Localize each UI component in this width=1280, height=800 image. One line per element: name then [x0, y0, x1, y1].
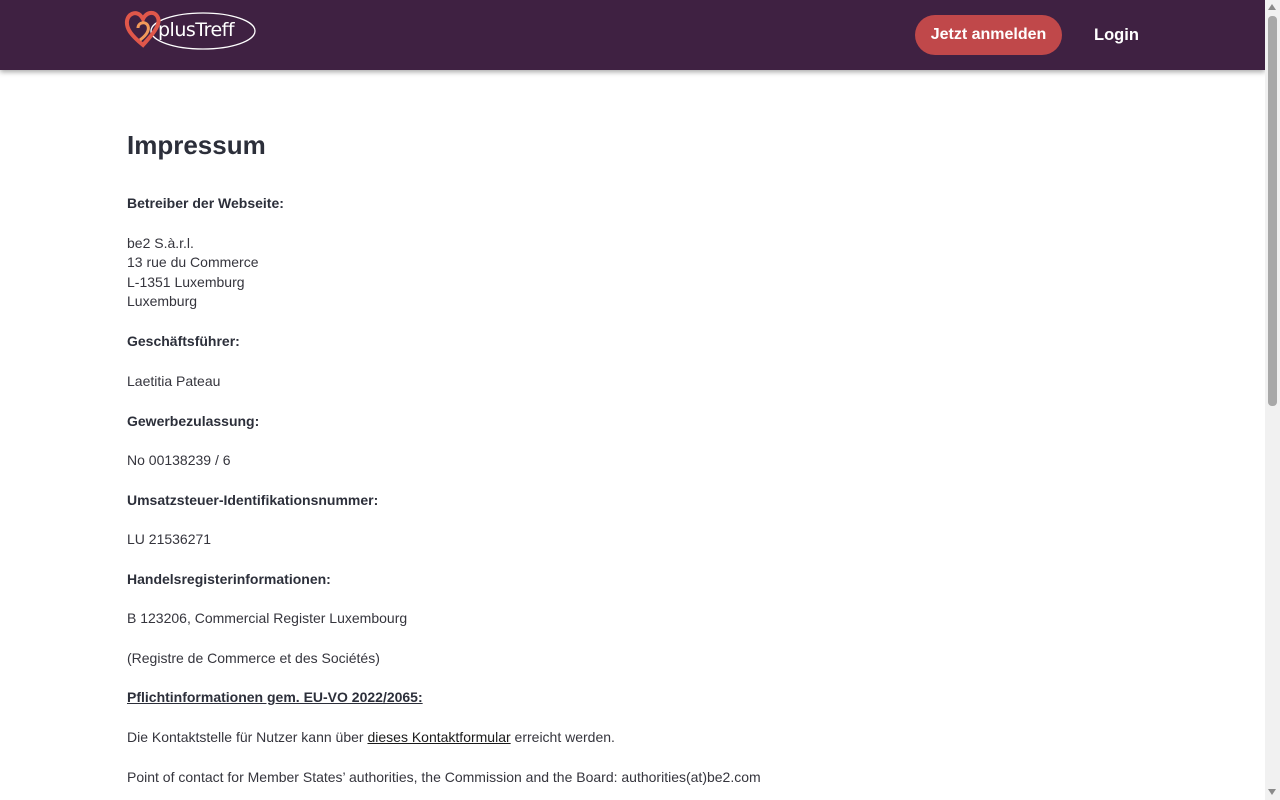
- license-value: No 00138239 / 6: [127, 452, 231, 468]
- address-line: Luxemburg: [127, 293, 198, 309]
- contact-paragraph: Die Kontaktstelle für Nutzer kann über d…: [127, 728, 615, 746]
- operator-heading: Betreiber der Webseite:: [127, 195, 284, 211]
- register-note: (Registre de Commerce et des Sociétés): [127, 650, 380, 666]
- license-heading: Gewerbezulassung:: [127, 413, 260, 429]
- login-link[interactable]: Login: [1094, 15, 1139, 55]
- register-heading: Handelsregisterinformationen:: [127, 571, 331, 587]
- signup-button[interactable]: Jetzt anmelden: [915, 15, 1062, 55]
- scrollbar-thumb[interactable]: [1268, 16, 1277, 406]
- scroll-up-icon[interactable]: [1268, 4, 1276, 10]
- contact-form-link[interactable]: dieses Kontaktformular: [367, 729, 510, 745]
- register-value: B 123206, Commercial Register Luxembourg: [127, 610, 408, 626]
- vat-heading: Umsatzsteuer-Identifikationsnummer:: [127, 492, 379, 508]
- contact-suffix: erreicht werden.: [510, 729, 615, 745]
- vertical-scrollbar[interactable]: [1265, 0, 1280, 800]
- address-line: be2 S.à.r.l.: [127, 235, 194, 251]
- eu-regulation-heading: Pflichtinformationen gem. EU-VO 2022/206…: [127, 689, 423, 705]
- page-title: Impressum: [127, 130, 266, 160]
- ceo-name: Laetitia Pateau: [127, 373, 221, 389]
- contact-prefix: Die Kontaktstelle für Nutzer kann über: [127, 729, 368, 745]
- address-line: 13 rue du Commerce: [127, 254, 259, 270]
- address-line: L-1351 Luxemburg: [127, 274, 245, 290]
- ceo-heading: Geschäftsführer:: [127, 333, 240, 349]
- vat-value: LU 21536271: [127, 531, 212, 547]
- plustreff-logo[interactable]: plusTreff: [124, 8, 258, 54]
- scroll-down-icon[interactable]: [1268, 789, 1276, 795]
- logo-text: plusTreff: [158, 19, 235, 41]
- authorities-contact: Point of contact for Member States’ auth…: [127, 769, 761, 785]
- top-navbar: plusTreff Jetzt anmelden Login: [0, 0, 1265, 70]
